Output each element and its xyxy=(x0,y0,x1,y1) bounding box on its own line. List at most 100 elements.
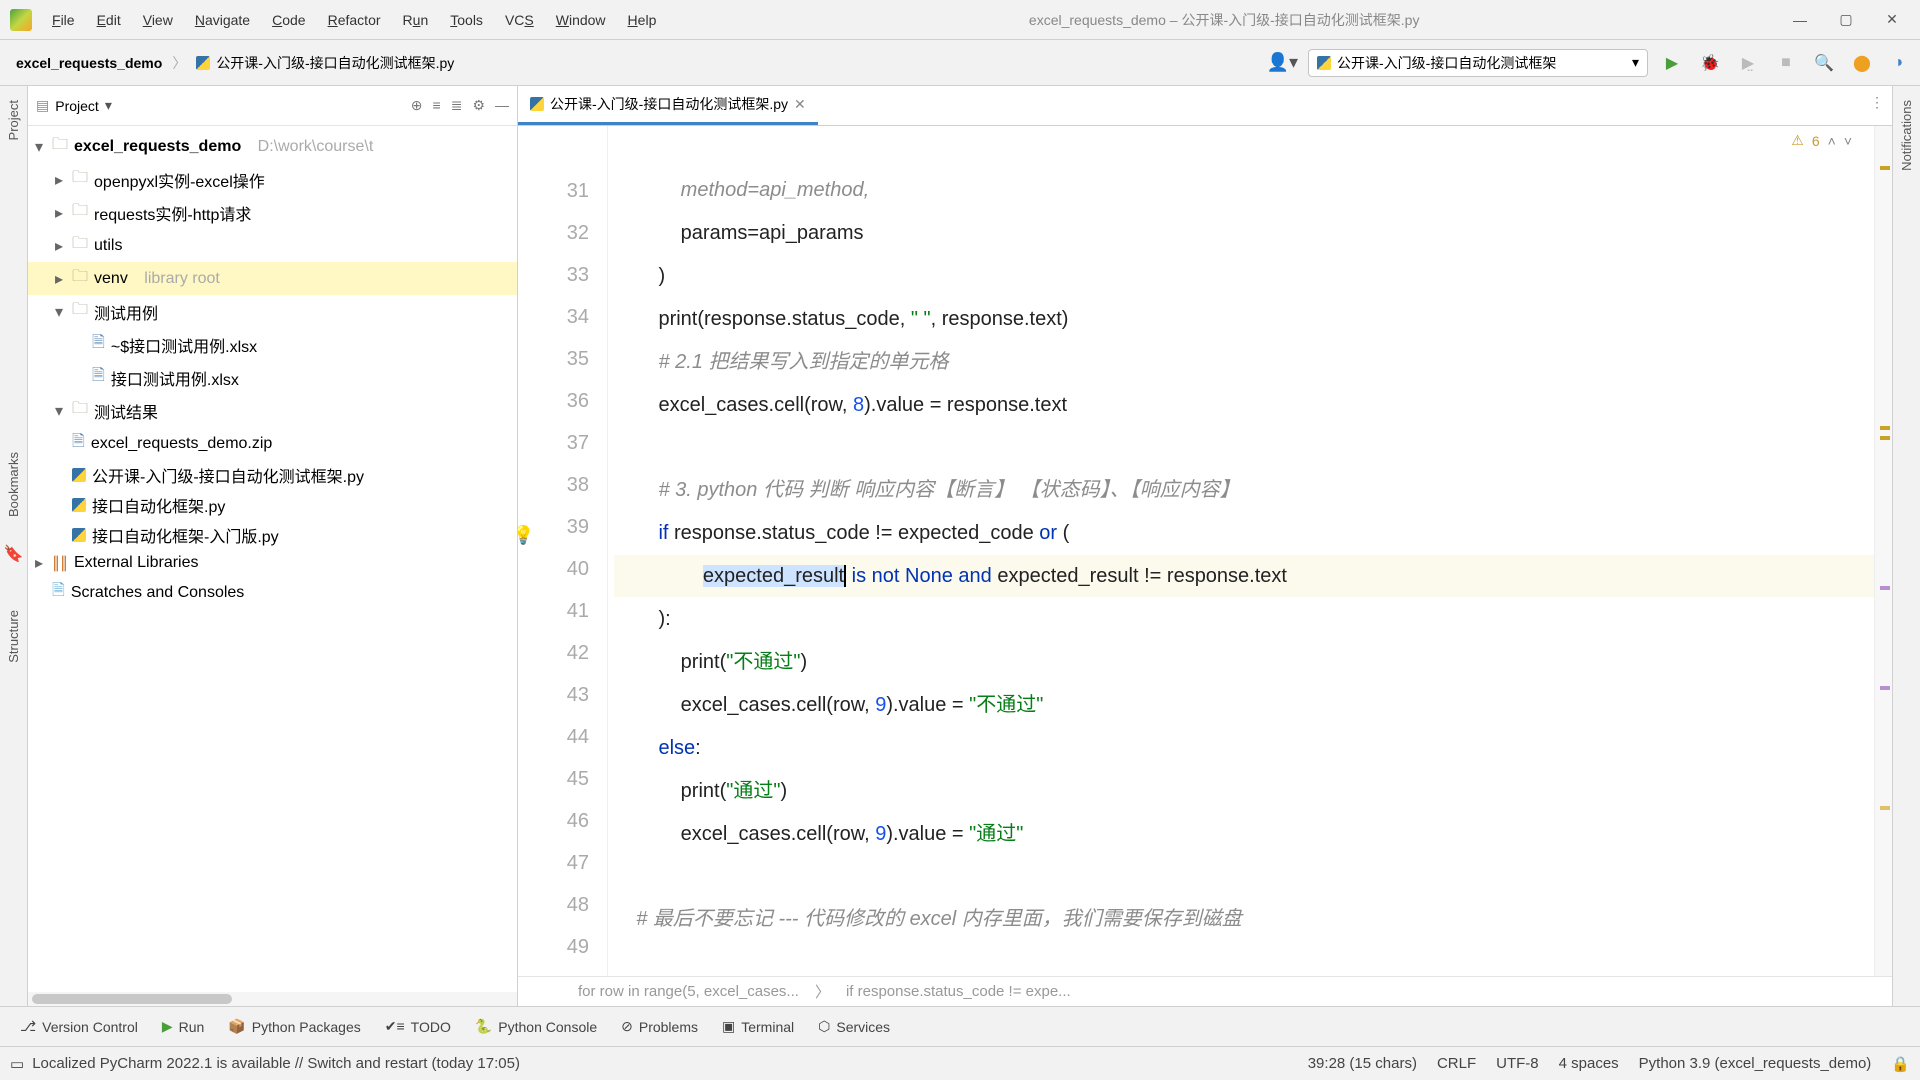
menu-code[interactable]: Code xyxy=(262,8,315,32)
line-gutter[interactable]: 31 32 33 34 35 36 37 38 💡39 40 41 42 43 … xyxy=(518,126,608,976)
tree-file[interactable]: 🗎~$接口测试用例.xlsx xyxy=(28,328,517,361)
chevron-down-icon[interactable]: ˅ xyxy=(1844,133,1852,149)
services-tab[interactable]: ⬡Services xyxy=(808,1014,900,1039)
file-encoding[interactable]: UTF-8 xyxy=(1496,1055,1539,1073)
hide-icon[interactable]: — xyxy=(495,97,509,114)
warning-icon: ⚠ xyxy=(1791,132,1804,149)
ide-update-icon[interactable]: ⬤ xyxy=(1848,49,1876,77)
editor: 公开课-入门级-接口自动化测试框架.py ✕ ⋮ 31 32 33 34 35 … xyxy=(518,86,1892,1006)
inspection-widget[interactable]: ⚠ 6 ˄ ˅ xyxy=(1791,132,1852,149)
tree-external-libraries[interactable]: ▸∥∥External Libraries xyxy=(28,550,517,576)
search-everywhere-button[interactable]: 🔍 xyxy=(1810,49,1838,77)
tree-file[interactable]: 接口自动化框架.py xyxy=(28,490,517,520)
stop-button[interactable]: ■ xyxy=(1772,49,1800,77)
status-icon[interactable]: ▭ xyxy=(10,1055,24,1073)
project-tree[interactable]: ▾🗀excel_requests_demo D:\work\course\t ▸… xyxy=(28,126,517,992)
editor-right-strip[interactable] xyxy=(1874,126,1892,976)
tree-file[interactable]: 🗎excel_requests_demo.zip xyxy=(28,427,517,460)
breadcrumb-segment[interactable]: if response.status_code != expe... xyxy=(846,983,1071,1000)
main-menu: File Edit View Navigate Code Refactor Ru… xyxy=(42,8,666,32)
python-file-icon xyxy=(1317,56,1331,70)
tree-folder[interactable]: ▸🗀requests实例-http请求 xyxy=(28,196,517,229)
project-header: ▤ Project ▾ ⊕ ≡ ≣ ⚙ — xyxy=(28,86,517,126)
tree-folder[interactable]: ▾🗀测试结果 xyxy=(28,394,517,427)
tree-folder[interactable]: ▸🗀utils xyxy=(28,229,517,262)
breadcrumb-file-label: 公开课-入门级-接口自动化测试框架.py xyxy=(216,53,454,73)
tree-file-current[interactable]: 公开课-入门级-接口自动化测试框架.py xyxy=(28,460,517,490)
tree-folder[interactable]: ▾🗀测试用例 xyxy=(28,295,517,328)
gear-icon[interactable]: ⚙ xyxy=(472,97,485,114)
python-interpreter[interactable]: Python 3.9 (excel_requests_demo) xyxy=(1639,1055,1872,1073)
package-icon: 📦 xyxy=(228,1018,245,1035)
run-tab[interactable]: ▶Run xyxy=(152,1014,214,1039)
notifications-tool-tab[interactable]: Notifications xyxy=(1897,94,1916,177)
lock-icon[interactable]: 🔒 xyxy=(1891,1055,1910,1073)
menu-tools[interactable]: Tools xyxy=(440,8,493,32)
close-button[interactable]: ✕ xyxy=(1874,6,1910,34)
bookmarks-tool-tab[interactable]: Bookmarks xyxy=(4,446,23,523)
tree-folder[interactable]: ▸🗀openpyxl实例-excel操作 xyxy=(28,163,517,196)
bottom-tool-strip: ⎇Version Control ▶Run 📦Python Packages ✔… xyxy=(0,1006,1920,1046)
close-tab-icon[interactable]: ✕ xyxy=(794,96,806,113)
project-tool-tab[interactable]: Project xyxy=(4,94,23,146)
editor-breadcrumb[interactable]: for row in range(5, excel_cases... 〉 if … xyxy=(518,976,1892,1006)
vcs-tab[interactable]: ⎇Version Control xyxy=(10,1014,148,1039)
expand-all-icon[interactable]: ≡ xyxy=(433,97,441,114)
code-with-me-icon[interactable]: 👤▾ xyxy=(1267,52,1298,73)
tree-file[interactable]: 🗎接口测试用例.xlsx xyxy=(28,361,517,394)
menu-file[interactable]: File xyxy=(42,8,85,32)
navigation-bar: excel_requests_demo 〉 公开课-入门级-接口自动化测试框架.… xyxy=(0,40,1920,86)
editor-tab-active[interactable]: 公开课-入门级-接口自动化测试框架.py ✕ xyxy=(518,86,818,125)
problems-tab[interactable]: ⊘Problems xyxy=(611,1014,708,1039)
project-tool-window: ▤ Project ▾ ⊕ ≡ ≣ ⚙ — ▾🗀excel_requests_d… xyxy=(28,86,518,1006)
tree-scratches[interactable]: 🗎Scratches and Consoles xyxy=(28,576,517,609)
python-packages-tab[interactable]: 📦Python Packages xyxy=(218,1014,370,1039)
tree-file[interactable]: 接口自动化框架-入门版.py xyxy=(28,520,517,550)
menu-refactor[interactable]: Refactor xyxy=(318,8,391,32)
menu-edit[interactable]: Edit xyxy=(87,8,131,32)
right-tool-strip: Notifications xyxy=(1892,86,1920,1006)
status-bar: ▭ Localized PyCharm 2022.1 is available … xyxy=(0,1046,1920,1080)
warning-count: 6 xyxy=(1812,133,1820,149)
python-console-tab[interactable]: 🐍Python Console xyxy=(465,1014,607,1039)
ide-logo-icon[interactable]: ◗ xyxy=(1886,49,1914,77)
minimize-button[interactable]: ― xyxy=(1782,6,1818,34)
status-message[interactable]: Localized PyCharm 2022.1 is available //… xyxy=(32,1055,520,1072)
chevron-down-icon[interactable]: ▾ xyxy=(105,97,112,114)
indent-settings[interactable]: 4 spaces xyxy=(1559,1055,1619,1073)
line-separator[interactable]: CRLF xyxy=(1437,1055,1476,1073)
breadcrumb-root[interactable]: excel_requests_demo xyxy=(6,51,172,75)
menu-window[interactable]: Window xyxy=(546,8,616,32)
todo-icon: ✔≡ xyxy=(385,1018,405,1035)
structure-tool-tab[interactable]: Structure xyxy=(4,604,23,669)
todo-tab[interactable]: ✔≡TODO xyxy=(375,1014,461,1039)
menu-run[interactable]: Run xyxy=(393,8,439,32)
collapse-all-icon[interactable]: ≣ xyxy=(451,97,463,114)
coverage-button[interactable]: ▶̤ xyxy=(1734,49,1762,77)
chevron-down-icon: ▾ xyxy=(1632,54,1639,71)
chevron-up-icon[interactable]: ˄ xyxy=(1828,133,1836,149)
menu-navigate[interactable]: Navigate xyxy=(185,8,260,32)
play-icon: ▶ xyxy=(162,1018,173,1035)
run-button[interactable]: ▶ xyxy=(1658,49,1686,77)
locate-icon[interactable]: ⊕ xyxy=(411,97,423,114)
menu-view[interactable]: View xyxy=(133,8,183,32)
menu-help[interactable]: Help xyxy=(618,8,667,32)
project-label[interactable]: Project xyxy=(55,98,99,114)
tree-hscrollbar[interactable] xyxy=(28,992,517,1006)
python-file-icon xyxy=(530,97,544,111)
breadcrumb-file[interactable]: 公开课-入门级-接口自动化测试框架.py xyxy=(186,49,464,77)
debug-button[interactable]: 🐞 xyxy=(1696,49,1724,77)
tree-folder-venv[interactable]: ▸🗀venv library root xyxy=(28,262,517,295)
breadcrumb-segment[interactable]: for row in range(5, excel_cases... xyxy=(578,983,799,1000)
bookmark-icon: 🔖 xyxy=(4,544,24,564)
run-config-label: 公开课-入门级-接口自动化测试框架 xyxy=(1337,53,1556,73)
caret-position[interactable]: 39:28 (15 chars) xyxy=(1308,1055,1417,1073)
tree-root[interactable]: excel_requests_demo xyxy=(74,138,241,156)
tab-overflow-icon[interactable]: ⋮ xyxy=(1870,94,1884,111)
code-area[interactable]: method=api_method, params=api_params ) p… xyxy=(608,126,1874,976)
terminal-tab[interactable]: ▣Terminal xyxy=(712,1014,804,1039)
maximize-button[interactable]: ▢ xyxy=(1828,6,1864,34)
menu-vcs[interactable]: VCS xyxy=(495,8,544,32)
run-configuration-selector[interactable]: 公开课-入门级-接口自动化测试框架 ▾ xyxy=(1308,49,1648,77)
